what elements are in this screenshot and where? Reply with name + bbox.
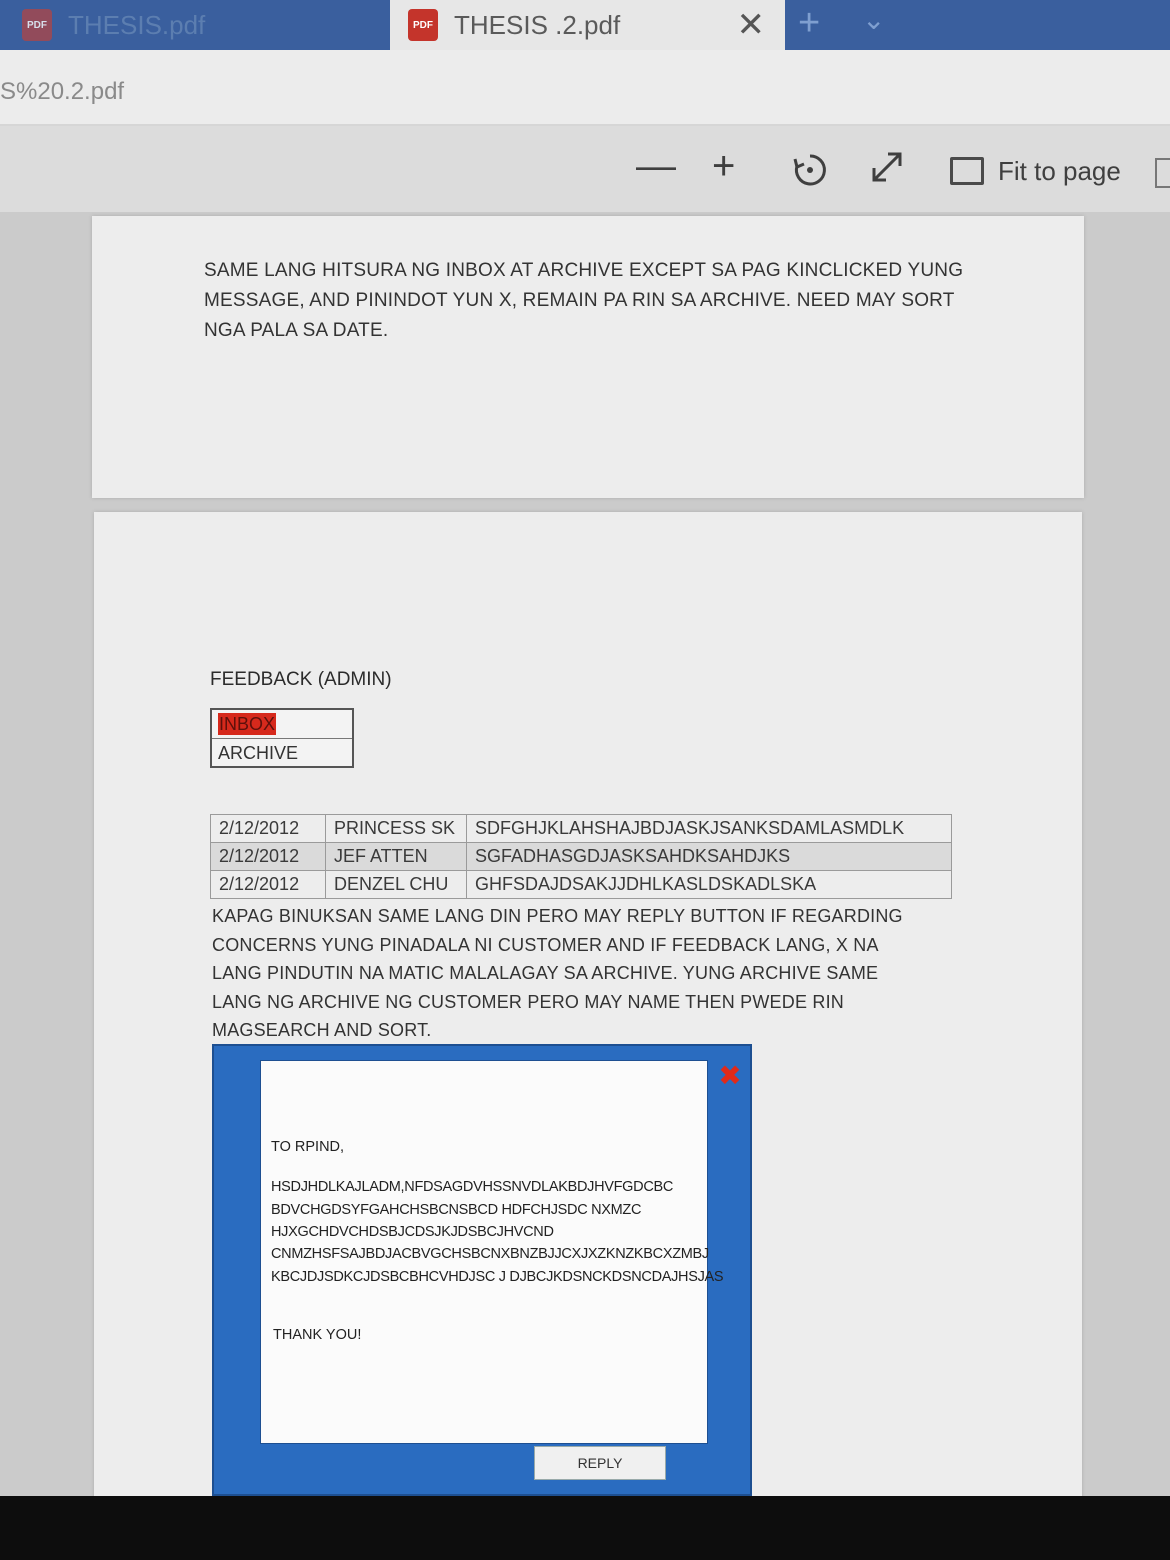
folder-inbox[interactable]: INBOX bbox=[212, 710, 352, 738]
pdf-file-icon: PDF bbox=[408, 9, 438, 41]
message-sender: DENZEL CHU bbox=[325, 870, 467, 899]
fullscreen-icon[interactable] bbox=[870, 150, 904, 191]
zoom-out-button[interactable]: — bbox=[636, 146, 676, 186]
rotate-icon[interactable] bbox=[792, 152, 828, 195]
new-tab-icon[interactable]: + bbox=[798, 0, 820, 50]
message-sender: PRINCESS SK bbox=[325, 814, 467, 843]
message-greeting: TO RPIND, bbox=[271, 1139, 345, 1155]
tab-label: THESIS .2.pdf bbox=[454, 9, 621, 40]
pdf-toolbar: — + Fit to page bbox=[0, 126, 1170, 212]
address-bar[interactable]: S%20.2.pdf bbox=[0, 50, 1170, 126]
page-note: KAPAG BINUKSAN SAME LANG DIN PERO MAY RE… bbox=[212, 906, 903, 1040]
taskbar bbox=[0, 1496, 1170, 1560]
pdf-page-1: SAME LANG HITSURA NG INBOX AT ARCHIVE EX… bbox=[92, 216, 1084, 498]
feedback-heading: FEEDBACK (ADMIN) bbox=[210, 669, 392, 690]
pdf-page-2: FEEDBACK (ADMIN) INBOX ARCHIVE 2/12/2012… bbox=[94, 512, 1082, 1512]
folder-label: ARCHIVE bbox=[218, 743, 299, 763]
chevron-down-icon[interactable]: ⌄ bbox=[862, 0, 885, 50]
message-preview: GHFSDAJDSAKJJDHLKASLDSKADLSKA bbox=[466, 870, 952, 899]
address-text[interactable]: S%20.2.pdf bbox=[0, 78, 124, 106]
message-line: KBCJDJSDKCJDSBCBHCVHDJSC J DJBCJKDSNCKDS… bbox=[271, 1269, 724, 1285]
fit-to-page-button[interactable]: Fit to page bbox=[950, 156, 1121, 186]
tab-thesis[interactable]: PDF THESIS.pdf bbox=[0, 0, 390, 50]
message-line: HJXGCHDVCHDSBJCDSJKJDSBCJHVCND bbox=[271, 1224, 554, 1240]
pdf-viewer[interactable]: SAME LANG HITSURA NG INBOX AT ARCHIVE EX… bbox=[0, 212, 1170, 1512]
message-line: HSDJHDLKAJLADM,NFDSAGDVHSSNVDLAKBDJHVFGD… bbox=[271, 1179, 674, 1195]
message-body: TO RPIND, HSDJHDLKAJLADM,NFDSAGDVHSSNVDL… bbox=[260, 1060, 724, 1444]
close-icon[interactable]: ✖ bbox=[718, 1062, 742, 1090]
reply-dialog: TO RPIND, HSDJHDLKAJLADM,NFDSAGDVHSSNVDL… bbox=[212, 1044, 752, 1496]
message-sender: JEF ATTEN bbox=[325, 842, 467, 871]
folder-list: INBOX ARCHIVE bbox=[210, 708, 354, 768]
pdf-file-icon: PDF bbox=[22, 9, 52, 41]
zoom-in-button[interactable]: + bbox=[712, 146, 735, 186]
tab-thesis-2[interactable]: PDF THESIS .2.pdf ✕ bbox=[390, 0, 785, 50]
fit-to-page-label: Fit to page bbox=[998, 156, 1121, 186]
table-row[interactable]: 2/12/2012 JEF ATTEN SGFADHASGDJASKSAHDKS… bbox=[210, 842, 952, 871]
table-row[interactable]: 2/12/2012 PRINCESS SK SDFGHJKLAHSHAJBDJA… bbox=[210, 814, 952, 843]
browser-tab-strip: PDF THESIS.pdf PDF THESIS .2.pdf ✕ + ⌄ bbox=[0, 0, 1170, 50]
folder-archive[interactable]: ARCHIVE bbox=[212, 738, 352, 766]
table-row[interactable]: 2/12/2012 DENZEL CHU GHFSDAJDSAKJJDHLKAS… bbox=[210, 870, 952, 899]
message-date: 2/12/2012 bbox=[210, 842, 326, 871]
message-line: CNMZHSFSAJBDJACBVGCHSBCNXBNZBJJCXJXZKNZK… bbox=[271, 1246, 709, 1262]
message-preview: SDFGHJKLAHSHAJBDJASKJSANKSDAMLASMDLK bbox=[466, 814, 952, 843]
message-date: 2/12/2012 bbox=[210, 814, 326, 843]
reply-button[interactable]: REPLY bbox=[534, 1446, 666, 1480]
message-table: 2/12/2012 PRINCESS SK SDFGHJKLAHSHAJBDJA… bbox=[210, 814, 952, 899]
message-date: 2/12/2012 bbox=[210, 870, 326, 899]
folder-label: INBOX bbox=[218, 713, 277, 735]
tab-label: THESIS.pdf bbox=[68, 9, 206, 40]
message-closing: THANK YOU! bbox=[273, 1327, 362, 1343]
close-tab-icon[interactable]: ✕ bbox=[737, 2, 766, 48]
fit-page-icon bbox=[950, 157, 984, 185]
message-line: BDVCHGDSYFGAHCHSBCNSBCD HDFCHJSDC NXMZC bbox=[271, 1202, 642, 1218]
message-preview: SGFADHASGDJASKSAHDKSAHDJKS bbox=[466, 842, 952, 871]
page-view-icon[interactable] bbox=[1155, 158, 1170, 188]
page-note: SAME LANG HITSURA NG INBOX AT ARCHIVE EX… bbox=[204, 260, 964, 341]
